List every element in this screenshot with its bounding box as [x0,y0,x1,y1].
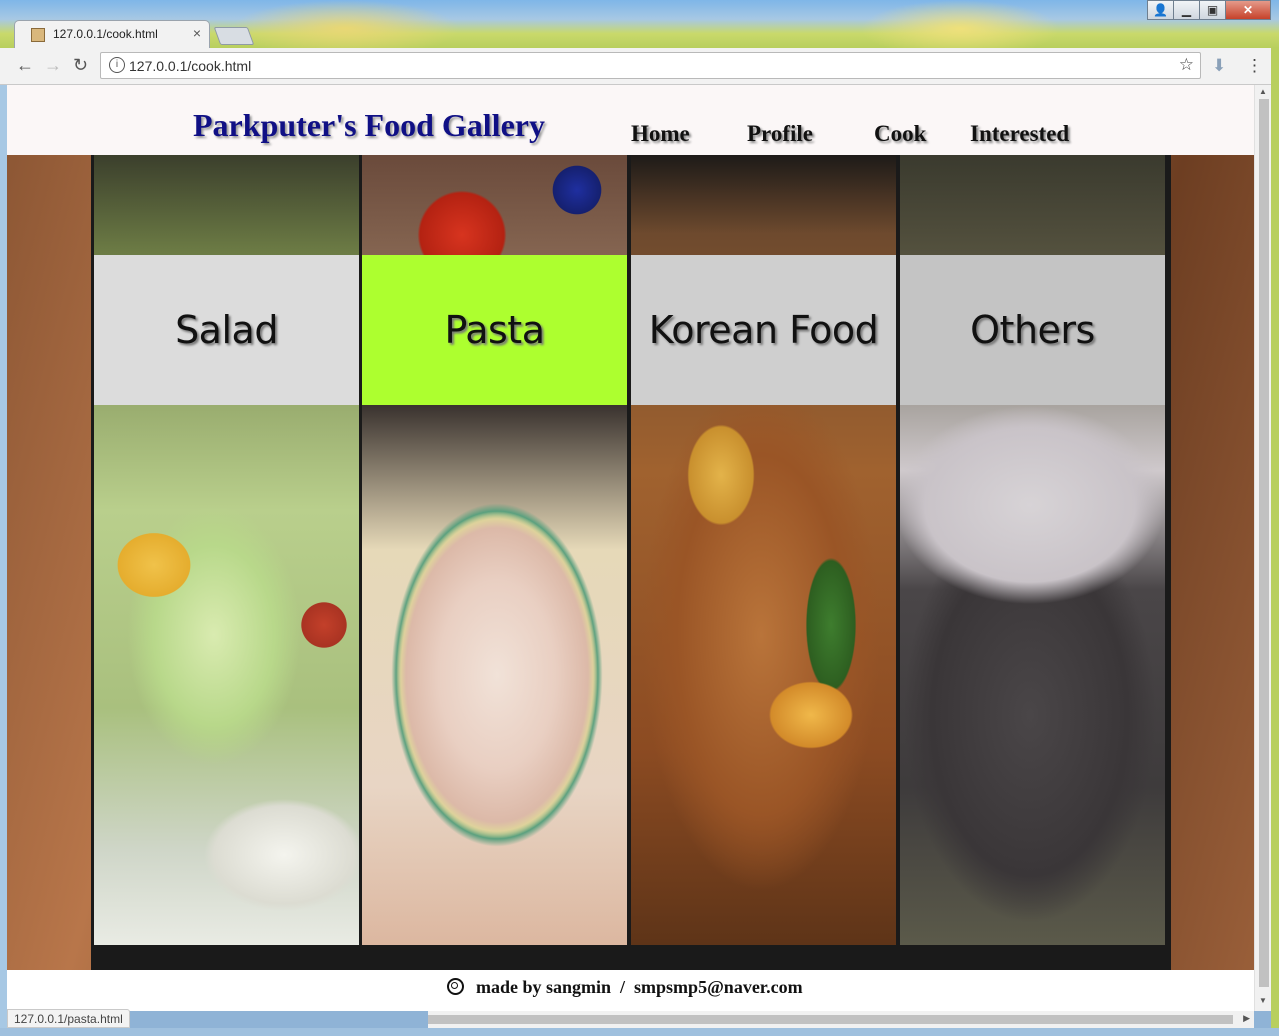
menu-icon[interactable]: ⋮ [1246,56,1263,76]
horizontal-scrollbar[interactable]: ▶ [428,1011,1254,1028]
panel-pasta[interactable]: Pasta [362,155,627,945]
wallpaper-decoration [860,0,1060,48]
made-by-text: made by sangmin [476,977,612,997]
maximize-button[interactable]: ▣ [1199,0,1226,20]
status-bar: 127.0.0.1/pasta.html [7,1009,130,1028]
footer-separator: / [620,977,626,997]
browser-toolbar: ← → ↻ i 127.0.0.1/cook.html ☆ ⬇ ⋮ [0,48,1279,85]
footer-credit: made by sangmin / smpsmp5@naver.com [447,976,803,998]
info-icon[interactable]: i [109,57,125,73]
tab-title: 127.0.0.1/cook.html [53,27,158,41]
site-header: Parkputer's Food Gallery Home Profile Co… [7,85,1254,155]
page-viewport: Parkputer's Food Gallery Home Profile Co… [7,85,1254,1011]
korean-food-label[interactable]: Korean Food [649,308,879,352]
back-arrow-icon[interactable]: ← [16,55,34,76]
panel-salad[interactable]: Salad [94,155,359,945]
footer-email: smpsmp5@naver.com [634,977,803,997]
tab-close-icon[interactable]: × [193,25,201,41]
new-tab-button[interactable] [213,27,255,45]
browser-tab[interactable]: 127.0.0.1/cook.html × [14,20,210,48]
site-title: Parkputer's Food Gallery [193,107,545,143]
address-url[interactable]: 127.0.0.1/cook.html [129,58,251,74]
window-frame-right [1271,48,1279,1036]
address-bar[interactable]: i 127.0.0.1/cook.html ☆ [100,52,1201,79]
salad-label-box[interactable]: Salad [94,255,359,405]
pasta-label[interactable]: Pasta [445,308,545,352]
vertical-scrollbar[interactable]: ▲ ▼ [1254,85,1272,1011]
vertical-scroll-thumb[interactable] [1259,99,1269,987]
window-frame-left [0,85,7,1036]
window-controls: 👤 ▁ ▣ ✕ [1147,0,1271,22]
favicon-icon [31,28,45,42]
food-gallery: Salad Pasta Korean Food Others [91,155,1171,970]
bookmark-star-icon[interactable]: ☆ [1179,55,1194,75]
wallpaper-decoration [230,0,460,48]
nav-cook[interactable]: Cook [874,121,926,147]
others-label-box[interactable]: Others [900,255,1165,405]
pasta-label-box[interactable]: Pasta [362,255,627,405]
user-profile-icon[interactable]: 👤 [1147,0,1174,20]
korean-food-label-box[interactable]: Korean Food [631,255,896,405]
copyright-ring-icon [447,978,464,995]
nav-profile[interactable]: Profile [747,121,813,147]
horizontal-scroll-thumb[interactable] [428,1015,1233,1024]
window-frame-bottom [0,1028,1279,1036]
others-label[interactable]: Others [970,308,1095,352]
scroll-up-icon[interactable]: ▲ [1259,87,1267,96]
forward-arrow-icon[interactable]: → [44,55,62,76]
window-titlebar: 127.0.0.1/cook.html × 👤 ▁ ▣ ✕ [0,0,1279,48]
scroll-down-icon[interactable]: ▼ [1259,996,1267,1005]
site-footer: made by sangmin / smpsmp5@naver.com [7,970,1254,1011]
reload-icon[interactable]: ↻ [73,55,88,76]
panel-korean-food[interactable]: Korean Food [631,155,896,945]
panel-others[interactable]: Others [900,155,1165,945]
nav-interested[interactable]: Interested [970,121,1069,147]
download-icon[interactable]: ⬇ [1212,56,1226,76]
minimize-button[interactable]: ▁ [1173,0,1200,20]
scroll-right-icon[interactable]: ▶ [1243,1013,1250,1024]
salad-label[interactable]: Salad [175,308,278,352]
close-window-button[interactable]: ✕ [1225,0,1271,20]
nav-home[interactable]: Home [631,121,690,147]
